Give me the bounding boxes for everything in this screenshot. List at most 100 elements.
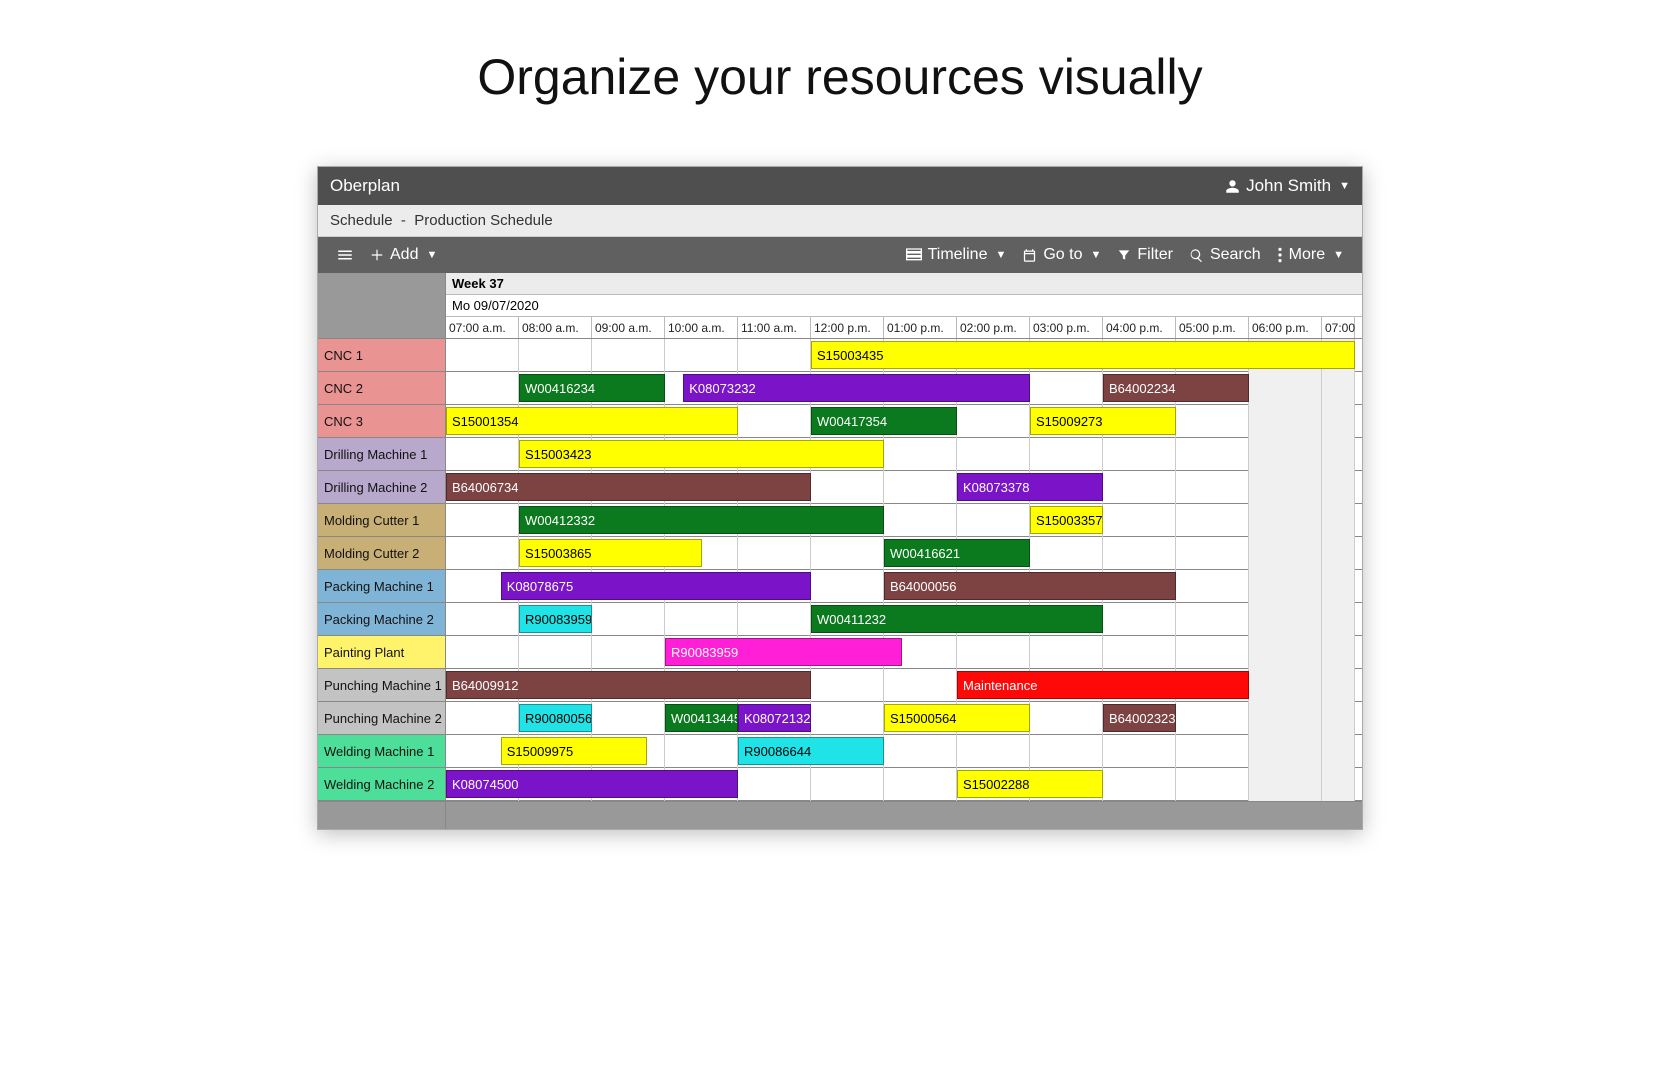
page-headline: Organize your resources visually bbox=[0, 0, 1680, 166]
resource-cell[interactable]: Drilling Machine 1 bbox=[318, 438, 445, 471]
timeline-column: Week 37 Mo 09/07/2020 07:00 a.m.08:00 a.… bbox=[446, 273, 1362, 829]
search-label: Search bbox=[1210, 246, 1261, 264]
task-bar[interactable]: K08074500 bbox=[446, 770, 738, 798]
timeline-button[interactable]: Timeline ▼ bbox=[898, 237, 1015, 273]
task-bar[interactable]: B64006734 bbox=[446, 473, 811, 501]
timeline-row[interactable]: S15003423 bbox=[446, 438, 1362, 471]
task-bar[interactable]: W00413445 bbox=[665, 704, 738, 732]
time-header-cell: 12:00 p.m. bbox=[811, 317, 884, 338]
task-bar[interactable]: S15001354 bbox=[446, 407, 738, 435]
search-icon bbox=[1189, 248, 1204, 263]
task-bar[interactable]: K08078675 bbox=[501, 572, 811, 600]
breadcrumb-b[interactable]: Production Schedule bbox=[414, 212, 552, 229]
timeline-body[interactable]: S15003435 W00416234 K08073232 B64002234 S150… bbox=[446, 339, 1362, 801]
task-bar[interactable]: S15003865 bbox=[519, 539, 702, 567]
task-bar[interactable]: S15002288 bbox=[957, 770, 1103, 798]
task-bar[interactable]: S15003423 bbox=[519, 440, 884, 468]
schedule-grid: CNC 1CNC 2CNC 3Drilling Machine 1Drillin… bbox=[318, 273, 1362, 829]
timeline-row[interactable]: B64009912 Maintenance bbox=[446, 669, 1362, 702]
task-bar[interactable]: S15003435 bbox=[811, 341, 1355, 369]
resource-column: CNC 1CNC 2CNC 3Drilling Machine 1Drillin… bbox=[318, 273, 446, 829]
timeline-row[interactable]: B64006734 K08073378 bbox=[446, 471, 1362, 504]
app-window: Oberplan John Smith ▼ Schedule - Product… bbox=[317, 166, 1363, 830]
filter-button[interactable]: Filter bbox=[1109, 237, 1181, 273]
task-bar[interactable]: B64009912 bbox=[446, 671, 811, 699]
user-icon bbox=[1225, 179, 1240, 194]
task-bar[interactable]: R90083959 bbox=[519, 605, 592, 633]
timeline-row[interactable]: S15003865 W00416621 bbox=[446, 537, 1362, 570]
task-bar[interactable]: B64002234 bbox=[1103, 374, 1249, 402]
filter-label: Filter bbox=[1137, 246, 1173, 264]
resource-cell[interactable]: Punching Machine 1 bbox=[318, 669, 445, 702]
resource-cell[interactable]: CNC 1 bbox=[318, 339, 445, 372]
resource-cell[interactable]: Packing Machine 2 bbox=[318, 603, 445, 636]
task-bar[interactable]: W00416621 bbox=[884, 539, 1030, 567]
add-button[interactable]: Add ▼ bbox=[362, 237, 445, 273]
task-bar[interactable]: S15000564 bbox=[884, 704, 1030, 732]
resource-cell[interactable]: CNC 3 bbox=[318, 405, 445, 438]
task-bar[interactable]: K08072132 bbox=[738, 704, 811, 732]
resource-cell[interactable]: Welding Machine 1 bbox=[318, 735, 445, 768]
task-bar[interactable]: W00416234 bbox=[519, 374, 665, 402]
timeline-row[interactable]: R90083959 bbox=[446, 636, 1362, 669]
timeline-label: Timeline bbox=[928, 246, 988, 264]
timeline-row[interactable]: W00416234 K08073232 B64002234 bbox=[446, 372, 1362, 405]
timeline-row[interactable]: S15001354 W00417354 S15009273 bbox=[446, 405, 1362, 438]
user-menu[interactable]: John Smith ▼ bbox=[1225, 176, 1350, 196]
funnel-icon bbox=[1117, 248, 1131, 262]
dots-icon bbox=[1277, 247, 1283, 263]
goto-label: Go to bbox=[1043, 246, 1082, 264]
hamburger-icon bbox=[336, 246, 354, 264]
timeline-row[interactable]: R90080056 W00413445K08072132 S15000564 B640… bbox=[446, 702, 1362, 735]
time-header-cell: 08:00 a.m. bbox=[519, 317, 592, 338]
time-header-cell: 06:00 p.m. bbox=[1249, 317, 1322, 338]
resource-cell[interactable]: CNC 2 bbox=[318, 372, 445, 405]
caret-down-icon: ▼ bbox=[1091, 249, 1102, 261]
time-header-cell: 07:00 a.m. bbox=[446, 317, 519, 338]
app-title: Oberplan bbox=[330, 176, 400, 196]
timeline-row[interactable]: K08078675 B64000056 bbox=[446, 570, 1362, 603]
add-label: Add bbox=[390, 246, 418, 264]
task-bar[interactable]: R90080056 bbox=[519, 704, 592, 732]
task-bar[interactable]: S15003357 bbox=[1030, 506, 1103, 534]
task-bar[interactable]: R90083959 bbox=[665, 638, 902, 666]
resource-cell[interactable]: Molding Cutter 1 bbox=[318, 504, 445, 537]
resource-cell[interactable]: Welding Machine 2 bbox=[318, 768, 445, 801]
breadcrumb-sep: - bbox=[401, 212, 406, 229]
more-button[interactable]: More ▼ bbox=[1269, 237, 1352, 273]
resource-cell[interactable]: Packing Machine 1 bbox=[318, 570, 445, 603]
task-bar[interactable]: S15009975 bbox=[501, 737, 647, 765]
user-name: John Smith bbox=[1246, 176, 1331, 196]
timeline-row[interactable]: S15009975 R90086644 bbox=[446, 735, 1362, 768]
hamburger-button[interactable] bbox=[328, 237, 362, 273]
task-bar[interactable]: B64002323 bbox=[1103, 704, 1176, 732]
task-bar[interactable]: S15009273 bbox=[1030, 407, 1176, 435]
timeline-row[interactable]: W00412332 S15003357 bbox=[446, 504, 1362, 537]
timeline-row[interactable]: K08074500 S15002288 bbox=[446, 768, 1362, 801]
calendar-icon bbox=[1022, 248, 1037, 263]
resource-cell[interactable]: Painting Plant bbox=[318, 636, 445, 669]
search-button[interactable]: Search bbox=[1181, 237, 1269, 273]
app-topbar: Oberplan John Smith ▼ bbox=[318, 167, 1362, 205]
timeline-row[interactable]: R90083959 W00411232 bbox=[446, 603, 1362, 636]
caret-down-icon: ▼ bbox=[1333, 249, 1344, 261]
goto-button[interactable]: Go to ▼ bbox=[1014, 237, 1109, 273]
resource-cell[interactable]: Molding Cutter 2 bbox=[318, 537, 445, 570]
task-bar[interactable]: B64000056 bbox=[884, 572, 1176, 600]
task-bar[interactable]: K08073378 bbox=[957, 473, 1103, 501]
caret-down-icon: ▼ bbox=[426, 249, 437, 261]
task-bar[interactable]: W00417354 bbox=[811, 407, 957, 435]
task-bar[interactable]: Maintenance bbox=[957, 671, 1249, 699]
task-bar[interactable]: W00411232 bbox=[811, 605, 1103, 633]
timeline-row[interactable]: S15003435 bbox=[446, 339, 1362, 372]
caret-down-icon: ▼ bbox=[1339, 180, 1350, 192]
breadcrumb-a[interactable]: Schedule bbox=[330, 212, 393, 229]
caret-down-icon: ▼ bbox=[995, 249, 1006, 261]
time-header-cell: 05:00 p.m. bbox=[1176, 317, 1249, 338]
task-bar[interactable]: W00412332 bbox=[519, 506, 884, 534]
resource-cell[interactable]: Drilling Machine 2 bbox=[318, 471, 445, 504]
task-bar[interactable]: K08073232 bbox=[683, 374, 1030, 402]
week-header: Week 37 bbox=[446, 273, 1362, 295]
task-bar[interactable]: R90086644 bbox=[738, 737, 884, 765]
resource-cell[interactable]: Punching Machine 2 bbox=[318, 702, 445, 735]
